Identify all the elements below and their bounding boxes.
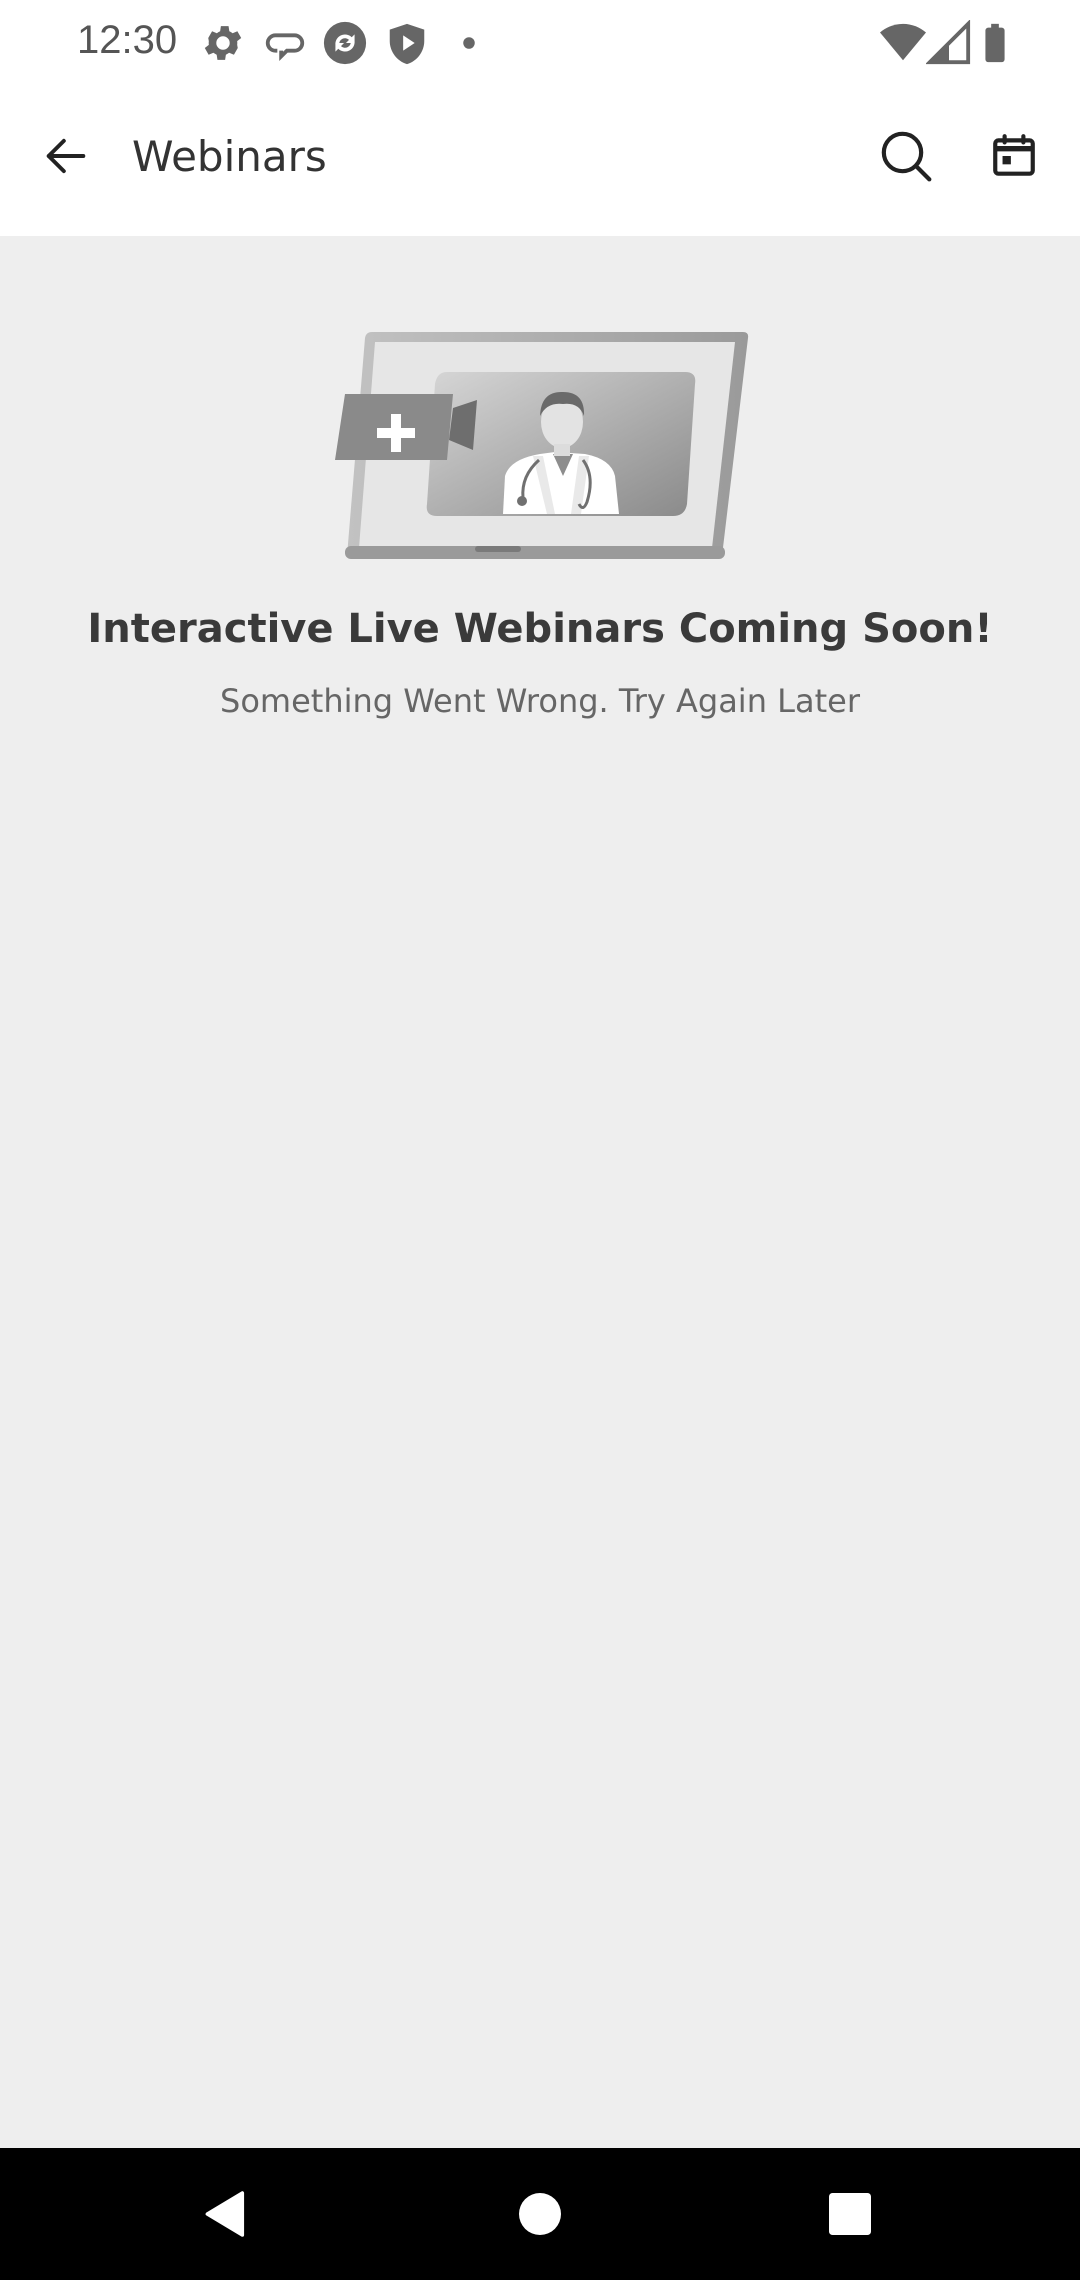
search-icon [881, 131, 932, 182]
page-title: Webinars [132, 132, 327, 181]
battery-icon [972, 20, 1018, 66]
search-button[interactable] [864, 114, 948, 198]
wifi-icon [880, 20, 926, 66]
back-triangle-icon [205, 2191, 245, 2237]
calendar-icon [993, 134, 1035, 176]
back-button[interactable] [24, 114, 108, 198]
app-bar: Webinars [0, 88, 1080, 236]
nav-back-button[interactable] [188, 2176, 264, 2252]
nav-home-button[interactable] [502, 2176, 578, 2252]
nav-recents-button[interactable] [812, 2176, 888, 2252]
content-area: Interactive Live Webinars Coming Soon! S… [0, 236, 1080, 2148]
calendar-button[interactable] [972, 114, 1056, 198]
status-time: 12:30 [77, 18, 178, 62]
home-circle-icon [519, 2193, 561, 2235]
sync-icon [322, 20, 368, 66]
shield-play-icon [384, 20, 430, 66]
gear-icon [200, 20, 246, 66]
system-nav-bar [0, 2148, 1080, 2280]
laptop-doctor-video-illustration [325, 326, 755, 561]
dot-icon [446, 20, 492, 66]
recents-square-icon [829, 2193, 871, 2235]
empty-state-title: Interactive Live Webinars Coming Soon! [87, 606, 993, 652]
webinars-screen: 12:30 Webinars Interactive Live Webinars… [0, 0, 1080, 2280]
status-bar: 12:30 [0, 0, 1080, 88]
empty-state-subtitle: Something Went Wrong. Try Again Later [220, 682, 860, 720]
arrow-left-icon [46, 138, 86, 174]
cellular-signal-icon [925, 19, 972, 66]
link-icon [262, 20, 308, 66]
